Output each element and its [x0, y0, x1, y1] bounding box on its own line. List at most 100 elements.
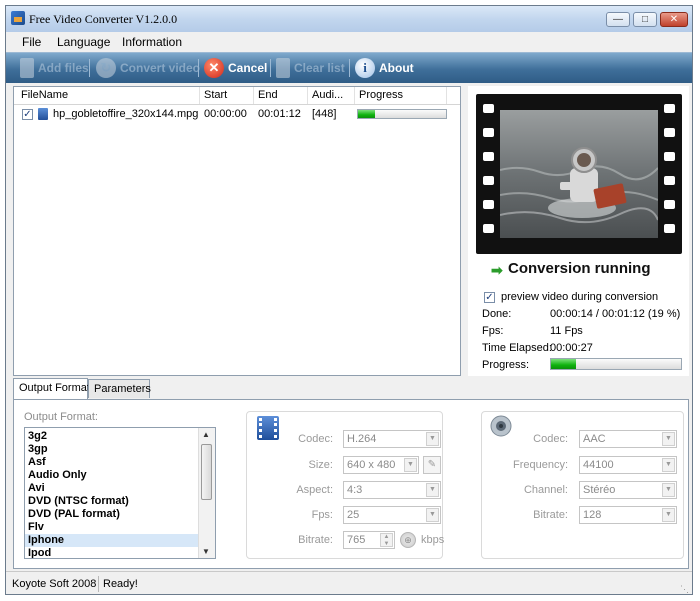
info-icon: i: [355, 58, 375, 78]
tab-output-format[interactable]: Output Format: [13, 378, 90, 399]
chevron-down-icon: ▼: [426, 508, 439, 522]
convert-icon: ↻: [96, 58, 116, 78]
column-audio[interactable]: Audi...: [312, 89, 343, 101]
about-button[interactable]: i About: [355, 56, 414, 80]
table-row[interactable]: ✓ hp_gobletoffire_320x144.mpg 00:00:00 0…: [14, 105, 460, 123]
list-item[interactable]: Asf: [25, 456, 200, 469]
video-bitrate-value: 765: [347, 534, 366, 546]
video-bitrate-unit: kbps: [421, 534, 445, 546]
menu-information[interactable]: Information: [122, 35, 182, 49]
row-start: 00:00:00: [204, 108, 247, 120]
clear-list-button[interactable]: Clear list: [276, 56, 345, 80]
chevron-down-icon: ▼: [426, 483, 439, 497]
bitrate-settings-icon[interactable]: ⊕: [400, 532, 416, 548]
list-item[interactable]: Avi: [25, 482, 200, 495]
minimize-button[interactable]: —: [606, 12, 630, 27]
cancel-button[interactable]: ✕ Cancel: [204, 56, 267, 80]
audio-frequency-value: 44100: [583, 459, 614, 471]
chevron-down-icon: ▼: [662, 508, 675, 522]
audio-codec-value: AAC: [583, 433, 606, 445]
close-button[interactable]: ✕: [660, 12, 688, 27]
menu-bar: File Language Information: [6, 32, 692, 52]
audio-frequency-select[interactable]: 44100 ▼: [579, 456, 677, 474]
toolbar: Add files ↻ Convert video ✕ Cancel Clear…: [6, 52, 692, 83]
video-aspect-select[interactable]: 4:3 ▼: [343, 481, 441, 499]
list-item[interactable]: 3gp: [25, 443, 200, 456]
document-icon: [20, 58, 34, 78]
list-item[interactable]: 3g2: [25, 430, 200, 443]
file-list[interactable]: FileName Start End Audi... Progress ✓ hp…: [13, 86, 461, 376]
column-divider: [307, 87, 308, 104]
audio-settings-group: Codec: AAC ▼ Frequency: 44100 ▼ Channel: S…: [481, 411, 684, 559]
column-progress[interactable]: Progress: [359, 89, 403, 101]
clear-list-label: Clear list: [294, 61, 345, 75]
filmstrip-frame: [476, 94, 682, 254]
clear-list-icon: [276, 58, 290, 78]
video-preview: [500, 110, 658, 238]
audio-bitrate-label: Bitrate:: [533, 509, 568, 521]
scroll-thumb[interactable]: [201, 444, 212, 500]
film-hole: [483, 128, 494, 137]
row-filename: hp_gobletoffire_320x144.mpg: [53, 108, 199, 120]
convert-video-button[interactable]: ↻ Convert video: [96, 56, 200, 80]
video-bitrate-label: Bitrate:: [298, 534, 333, 546]
film-hole: [664, 128, 675, 137]
format-list[interactable]: 3g2 3gp Asf Audio Only Avi DVD (NTSC for…: [24, 427, 216, 559]
video-frame-image: [500, 110, 658, 238]
column-divider: [199, 87, 200, 104]
toolbar-separator: [270, 59, 271, 77]
output-format-panel: Output Format: 3g2 3gp Asf Audio Only Av…: [13, 399, 689, 569]
done-label: Done:: [482, 308, 512, 320]
list-item-selected[interactable]: Iphone: [25, 534, 200, 547]
preview-panel: ➡ Conversion running ✓ preview video dur…: [468, 86, 689, 376]
video-size-select[interactable]: 640 x 480 ▼: [343, 456, 419, 474]
stepper-arrows-icon[interactable]: ▲ ▼: [380, 533, 393, 547]
video-bitrate-stepper[interactable]: 765 ▲ ▼: [343, 531, 395, 549]
app-window: Free Video Converter V1.2.0.0 — □ ✕ File…: [5, 5, 693, 595]
column-start[interactable]: Start: [204, 89, 227, 101]
arrow-right-icon: ➡: [491, 262, 503, 278]
toolbar-separator: [349, 59, 350, 77]
row-progress-bar: [357, 109, 447, 119]
menu-language[interactable]: Language: [57, 35, 110, 49]
list-item[interactable]: Audio Only: [25, 469, 200, 482]
menu-file[interactable]: File: [22, 35, 41, 49]
toolbar-separator: [198, 59, 199, 77]
film-hole: [483, 152, 494, 161]
film-hole: [664, 200, 675, 209]
overall-progress-bar: [550, 358, 682, 370]
preview-checkbox[interactable]: ✓: [484, 292, 495, 303]
maximize-button[interactable]: □: [633, 12, 657, 27]
film-hole: [483, 104, 494, 113]
scroll-down-icon[interactable]: ▼: [202, 547, 210, 556]
add-files-button[interactable]: Add files: [20, 56, 89, 80]
audio-bitrate-select[interactable]: 128 ▼: [579, 506, 677, 524]
video-size-value: 640 x 480: [347, 459, 396, 471]
format-list-scrollbar[interactable]: ▲ ▼: [198, 428, 215, 558]
audio-channel-select[interactable]: Stéréo ▼: [579, 481, 677, 499]
resize-grip-icon[interactable]: ⋱: [680, 584, 689, 594]
video-aspect-value: 4:3: [347, 484, 363, 496]
column-divider: [446, 87, 447, 104]
film-hole: [664, 224, 675, 233]
video-fps-select[interactable]: 25 ▼: [343, 506, 441, 524]
list-item[interactable]: DVD (PAL format): [25, 508, 200, 521]
edit-size-icon[interactable]: ✎: [423, 456, 441, 474]
list-item[interactable]: Ipod: [25, 547, 200, 558]
scroll-up-icon[interactable]: ▲: [202, 430, 210, 439]
column-filename[interactable]: FileName: [21, 89, 68, 101]
list-item[interactable]: Flv: [25, 521, 200, 534]
tab-parameters[interactable]: Parameters: [88, 379, 151, 398]
output-format-label: Output Format:: [24, 411, 98, 423]
video-codec-select[interactable]: H.264 ▼: [343, 430, 441, 448]
audio-codec-label: Codec:: [533, 433, 568, 445]
column-end[interactable]: End: [258, 89, 278, 101]
video-fps-label: Fps:: [311, 509, 333, 521]
about-label: About: [379, 61, 414, 75]
app-icon: [11, 11, 25, 25]
audio-channel-label: Channel:: [523, 484, 568, 496]
audio-codec-select[interactable]: AAC ▼: [579, 430, 677, 448]
row-checkbox[interactable]: ✓: [22, 109, 33, 120]
list-item[interactable]: DVD (NTSC format): [25, 495, 200, 508]
video-codec-label: Codec:: [298, 433, 333, 445]
